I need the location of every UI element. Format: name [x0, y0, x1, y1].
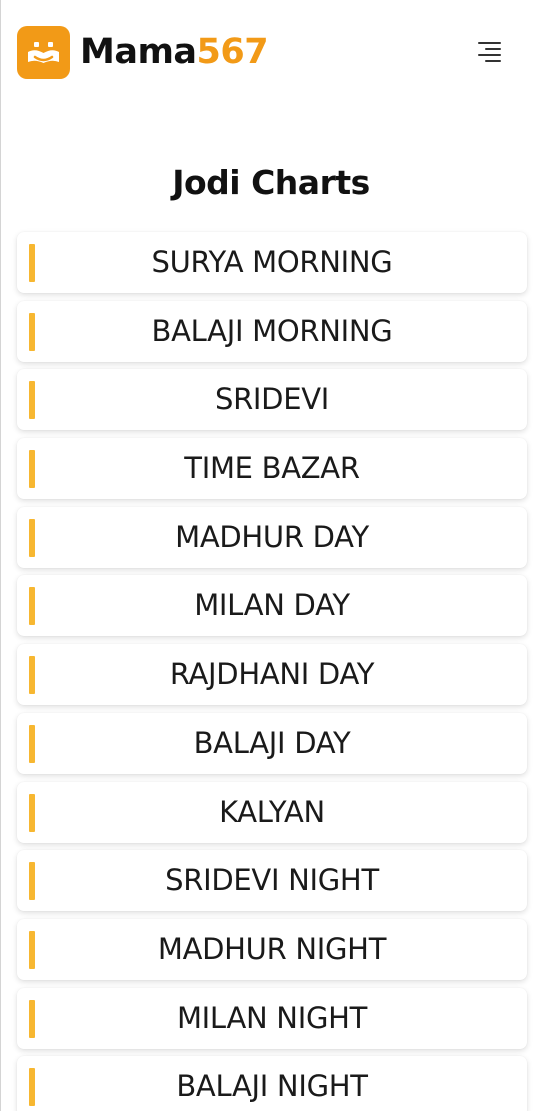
jodi-chart-list: SURYA MORNING BALAJI MORNING SRIDEVI TIME B… [17, 232, 527, 1111]
chart-link-label: SRIDEVI NIGHT [165, 863, 379, 898]
chart-link-label: KALYAN [219, 794, 325, 829]
chart-link-card[interactable]: BALAJI DAY [17, 712, 527, 774]
chart-link-label: SURYA MORNING [151, 245, 393, 279]
chart-link-card[interactable]: SRIDEVI NIGHT [17, 850, 527, 912]
chart-link-card[interactable]: MADHUR NIGHT [17, 918, 527, 980]
hamburger-menu-icon[interactable] [469, 33, 509, 69]
chart-link-card[interactable]: SURYA MORNING [17, 232, 527, 293]
chart-link-card[interactable]: MILAN DAY [17, 575, 527, 637]
chart-link-label: SRIDEVI [214, 382, 330, 417]
brand-name[interactable]: Mama567 [80, 30, 269, 74]
page-title: Jodi Charts [172, 163, 370, 202]
menu-line [478, 42, 501, 44]
chart-link-label: MADHUR DAY [175, 519, 369, 554]
chart-link-label: MILAN DAY [194, 588, 350, 623]
chart-link-label: MILAN NIGHT [176, 1000, 368, 1035]
chart-link-card[interactable]: RAJDHANI DAY [17, 644, 527, 706]
chart-link-card[interactable]: MILAN NIGHT [17, 987, 527, 1049]
chart-link-label: BALAJI DAY [193, 725, 351, 760]
menu-line [478, 54, 501, 56]
chart-link-label: RAJDHANI DAY [169, 657, 375, 692]
page: Mama567 Jodi Charts SURYA MORNING BALAJI … [0, 0, 540, 1111]
chart-link-label: MADHUR NIGHT [157, 931, 387, 966]
chart-link-label: TIME BAZAR [184, 451, 360, 486]
chart-link-card[interactable]: TIME BAZAR [17, 438, 527, 500]
brand-name-part1: Mama [80, 32, 197, 72]
chart-link-card[interactable]: BALAJI NIGHT [17, 1056, 527, 1111]
chart-link-label: BALAJI NIGHT [176, 1069, 368, 1104]
chart-link-card[interactable]: BALAJI MORNING [17, 300, 527, 362]
menu-line [485, 60, 501, 62]
chart-link-label: BALAJI MORNING [151, 313, 393, 348]
brand-name-part2: 567 [196, 32, 269, 72]
chart-link-card[interactable]: MADHUR DAY [17, 506, 527, 568]
logo-icon[interactable] [17, 26, 70, 79]
menu-line [485, 48, 501, 50]
site-header: Mama567 [1, 0, 540, 105]
chart-link-card[interactable]: KALYAN [17, 781, 527, 843]
chart-link-card[interactable]: SRIDEVI [17, 369, 527, 431]
